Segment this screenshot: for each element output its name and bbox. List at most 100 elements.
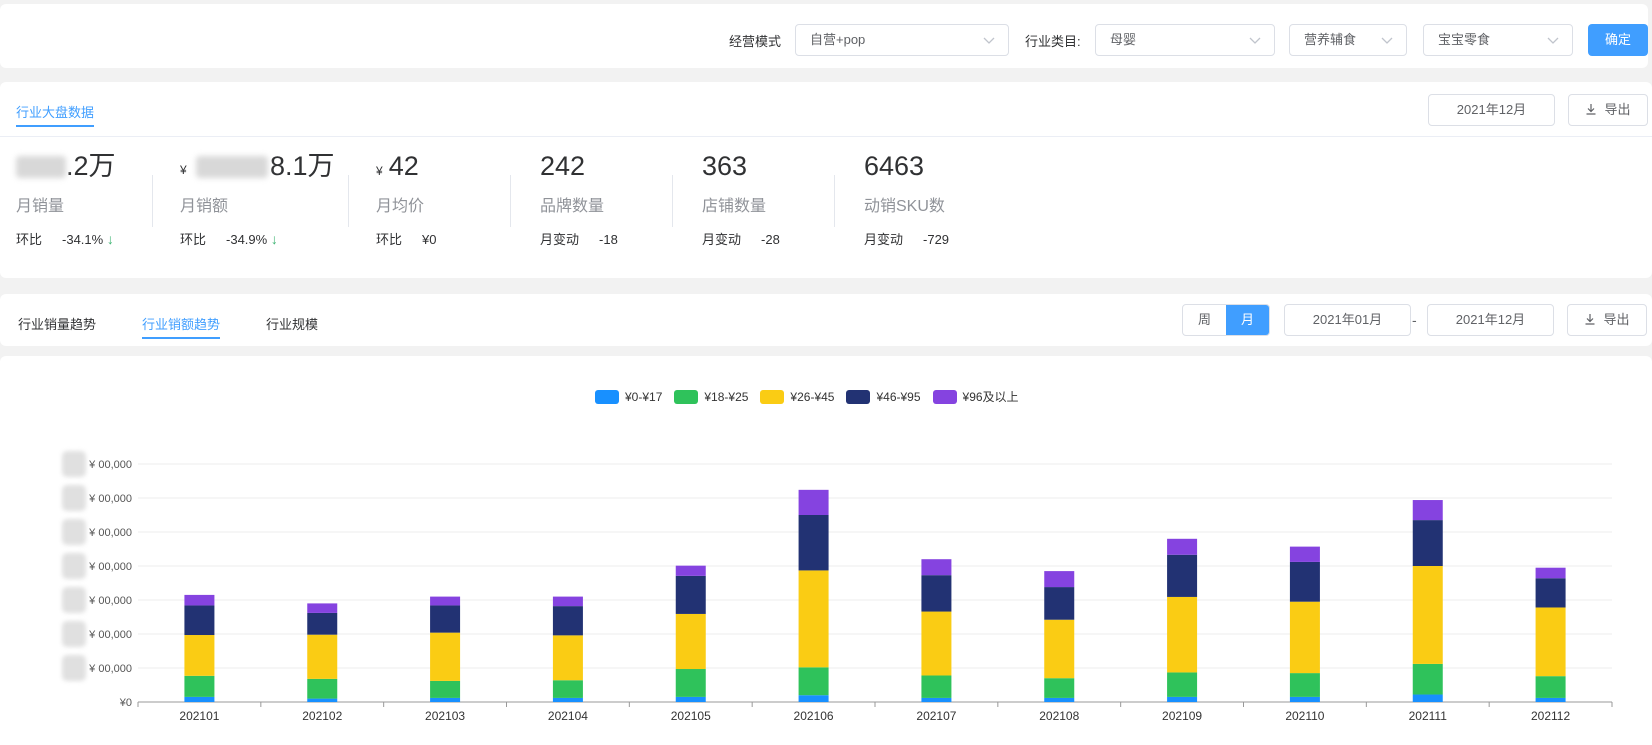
bar-segment	[1412, 694, 1443, 702]
x-tick-label: 202102	[302, 709, 342, 723]
y-tick-label: ¥ 00,000	[88, 527, 132, 539]
blurred-tick-mask	[62, 519, 86, 545]
tab-sales-volume-trend[interactable]: 行业销量趋势	[18, 314, 96, 333]
category-select[interactable]: 母婴	[1095, 24, 1275, 56]
bar-segment	[798, 570, 829, 668]
blurred-tick-mask	[62, 587, 86, 613]
bar-segment	[1167, 538, 1198, 555]
bar-segment	[552, 635, 583, 681]
overview-panel: 行业大盘数据 2021年12月 导出 .2万 月销量 环比 -34.1% ↓ ¥8…	[0, 82, 1652, 278]
chevron-down-icon	[983, 37, 995, 44]
sub-sub-category-select[interactable]: 宝宝零食	[1423, 24, 1573, 56]
bar-segment	[921, 559, 952, 576]
mode-select[interactable]: 自营+pop	[795, 24, 1009, 56]
x-tick-label: 202112	[1531, 709, 1570, 723]
metric-brand-count: 242 品牌数量 月变动 -18	[540, 148, 618, 248]
bar-segment	[798, 489, 829, 515]
x-tick-label: 202101	[179, 709, 219, 723]
bar-segment	[552, 606, 583, 636]
filter-bar: 经营模式 自营+pop 行业类目: 母婴 营养辅食 宝宝零食 确定	[0, 4, 1648, 68]
y-tick-label: ¥0	[119, 697, 132, 709]
bar-segment	[552, 697, 583, 702]
bar-segment	[675, 565, 706, 576]
bar-segment	[184, 635, 215, 676]
metric-currency: ¥	[180, 163, 187, 177]
metric-change-value: -729	[923, 232, 950, 247]
chevron-down-icon	[1249, 37, 1261, 44]
bar-segment	[798, 515, 829, 571]
metric-label: 动销SKU数	[864, 198, 945, 215]
bar-segment	[430, 680, 461, 698]
bar-segment	[1535, 607, 1566, 677]
overview-export-button[interactable]: 导出	[1568, 94, 1648, 126]
range-start-picker[interactable]: 2021年01月	[1284, 304, 1411, 336]
metric-change-value: -34.9%	[226, 232, 268, 247]
divider	[0, 136, 1652, 137]
bar-segment	[675, 696, 706, 702]
bar-segment	[1412, 500, 1443, 521]
month-picker[interactable]: 2021年12月	[1428, 94, 1555, 126]
bar-segment	[1289, 601, 1320, 674]
blurred-value-mask	[196, 156, 268, 178]
metric-change-value: -34.1%	[62, 232, 104, 247]
y-tick-label: ¥ 00,000	[88, 459, 132, 471]
sub-category-select-value: 营养辅食	[1304, 32, 1357, 47]
bar-segment	[1535, 676, 1566, 698]
bar-segment	[430, 697, 461, 702]
arrow-down-icon: ↓	[106, 231, 114, 247]
blurred-tick-mask	[62, 553, 86, 579]
confirm-button[interactable]: 确定	[1588, 24, 1648, 56]
range-end-picker[interactable]: 2021年12月	[1427, 304, 1554, 336]
blurred-tick-mask	[62, 485, 86, 511]
overview-export-label: 导出	[1604, 102, 1631, 117]
metric-change-key: 月变动	[864, 232, 904, 247]
bar-segment	[1412, 566, 1443, 664]
period-week-button[interactable]: 周	[1183, 305, 1226, 335]
bar-segment	[1412, 520, 1443, 566]
trend-export-button[interactable]: 导出	[1567, 304, 1647, 336]
x-tick-label: 202111	[1409, 709, 1448, 723]
x-tick-label: 202103	[425, 709, 465, 723]
metric-label: 月均价	[376, 198, 425, 215]
arrow-down-icon: ↓	[270, 231, 278, 247]
bar-segment	[1044, 678, 1075, 698]
bar-segment	[921, 575, 952, 612]
download-icon	[1585, 314, 1595, 325]
download-icon	[1586, 104, 1596, 115]
bar-segment	[1535, 567, 1566, 579]
sub-sub-category-select-value: 宝宝零食	[1438, 32, 1491, 47]
bar-segment	[1167, 672, 1198, 697]
bar-segment	[1535, 578, 1566, 608]
bar-segment	[921, 675, 952, 698]
blurred-tick-mask	[62, 451, 86, 477]
mode-select-value: 自营+pop	[810, 32, 866, 47]
bar-segment	[1044, 619, 1075, 679]
metric-change-key: 环比	[180, 232, 207, 247]
tab-industry-scale[interactable]: 行业规模	[266, 314, 318, 333]
bar-segment	[184, 594, 215, 606]
metric-separator	[510, 175, 511, 227]
y-tick-label: ¥ 00,000	[88, 561, 132, 573]
tab-sales-amount-trend[interactable]: 行业销额趋势	[142, 314, 221, 339]
bar-segment	[675, 669, 706, 697]
bar-segment	[798, 695, 829, 702]
x-tick-label: 202106	[794, 709, 834, 723]
trend-export-label: 导出	[1603, 312, 1630, 327]
metric-value: 42	[388, 151, 419, 181]
metric-sku-count: 6463 动销SKU数 月变动 -729	[864, 148, 949, 248]
bar-segment	[1044, 587, 1075, 620]
sub-category-select[interactable]: 营养辅食	[1289, 24, 1407, 56]
range-dash: -	[1412, 312, 1417, 328]
mode-label: 经营模式	[729, 34, 782, 49]
bar-segment	[307, 698, 338, 702]
metric-label: 月销量	[16, 198, 65, 215]
metric-currency: ¥	[376, 164, 383, 178]
metric-change-value: -28	[761, 232, 780, 247]
tab-industry-overview[interactable]: 行业大盘数据	[16, 102, 95, 127]
bar-segment	[1289, 673, 1320, 697]
y-tick-label: ¥ 00,000	[88, 663, 132, 675]
period-month-button[interactable]: 月	[1226, 305, 1269, 335]
blurred-value-mask	[16, 156, 66, 178]
bar-segment	[1167, 596, 1198, 673]
metric-value: 242	[540, 151, 586, 181]
